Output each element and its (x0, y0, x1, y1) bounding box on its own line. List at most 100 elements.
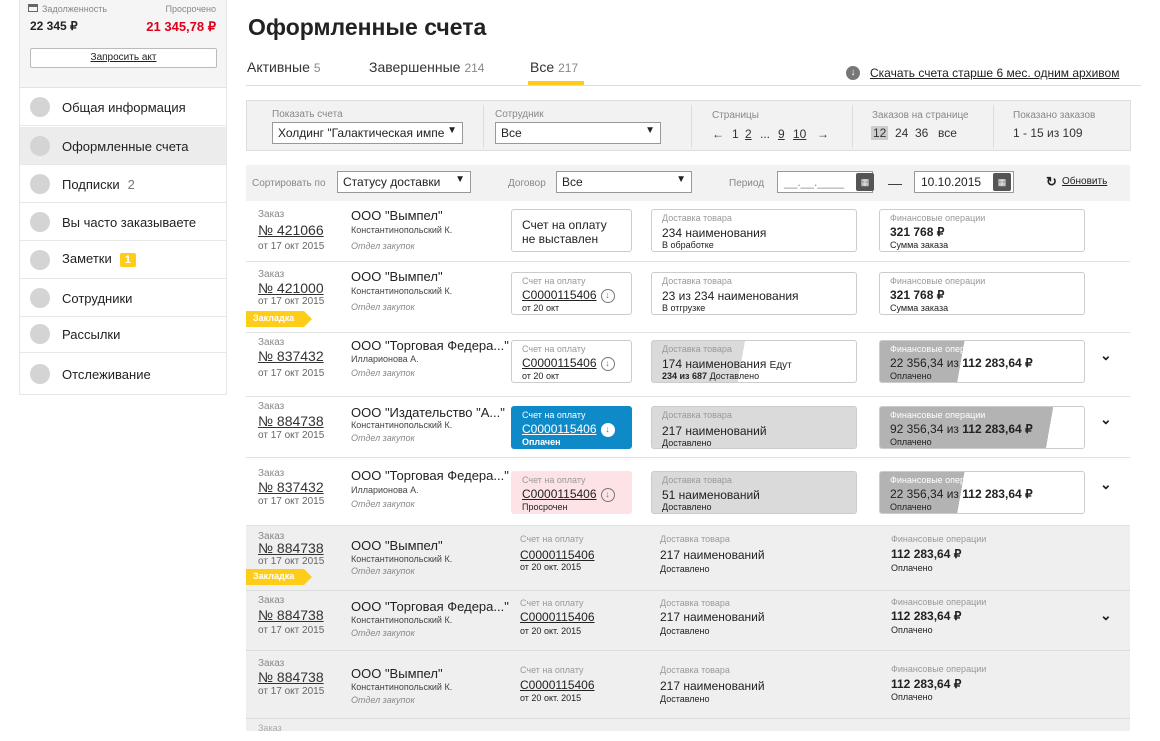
order-number[interactable]: № 837432 (258, 479, 324, 495)
order-number[interactable]: № 884738 (258, 669, 324, 685)
order-number[interactable]: № 421066 (258, 222, 324, 238)
delivery-box[interactable]: Доставка товара 51 наименований Доставле… (651, 471, 857, 514)
table-row[interactable]: Заказ № 884738 от 17 окт 2015 ООО "Издат… (246, 397, 1130, 458)
tab-label: Активные (247, 59, 310, 75)
delivery-status: В отгрузке (662, 303, 706, 313)
request-act-button[interactable]: Запросить акт (30, 48, 217, 68)
invoice-link[interactable]: C0000115406 (520, 678, 595, 692)
order-date: от 17 окт 2015 (258, 296, 325, 307)
divider (993, 105, 994, 148)
download-icon[interactable]: ↓ (846, 66, 860, 80)
tab-active[interactable]: Активные 5 (247, 59, 321, 75)
sidebar-item-invoices[interactable]: Оформленные счета (20, 127, 226, 165)
delivery-box[interactable]: Доставка товара 174 наименования Едут 23… (651, 340, 857, 383)
page-ellipsis: ... (760, 127, 771, 141)
sidebar-item-mailings[interactable]: Рассылки (20, 315, 226, 353)
per-page-12[interactable]: 12 (871, 126, 889, 140)
tab-all[interactable]: Все 217 (530, 59, 578, 75)
invoice-link[interactable]: C0000115406 (520, 548, 595, 562)
finance-box[interactable]: Финансовые операции 321 768 ₽ Сумма зака… (879, 272, 1085, 315)
finance-box[interactable]: Финансовые операции 321 768 ₽ Сумма зака… (879, 209, 1085, 252)
employee-select[interactable]: Все ▼ (495, 122, 661, 144)
page-2[interactable]: 2 (745, 127, 752, 141)
invoice-box[interactable]: Счет на оплату C0000115406 ↓ от 20 окт (511, 272, 632, 315)
prev-page-button[interactable]: ← (712, 127, 724, 141)
order-number[interactable]: № 837432 (258, 348, 324, 364)
sidebar-item-subscriptions[interactable]: Подписки 2 (20, 165, 226, 203)
invoice-box[interactable]: Счет на оплату C0000115406 ↓ Просрочен (511, 471, 632, 514)
delivery-status-line: 234 из 687 Доставлено (662, 371, 759, 381)
finance-line: 22 356,34 из 112 283,64 ₽ (890, 487, 1033, 501)
tab-completed[interactable]: Завершенные 214 (369, 59, 484, 75)
sidebar-item-notes[interactable]: Заметки 1 (20, 241, 226, 279)
calendar-icon[interactable]: ▦ (856, 173, 874, 191)
chevron-down-icon[interactable]: ⌄ (1100, 411, 1112, 428)
tab-label: Завершенные (369, 59, 461, 75)
sidebar-item-employees[interactable]: Сотрудники (20, 279, 226, 317)
table-row[interactable]: Заказ (246, 719, 1130, 733)
invoice-status: Просрочен (522, 502, 568, 512)
sort-select[interactable]: Статусу доставки ▼ (337, 171, 471, 193)
delivery-box[interactable]: Доставка товара 217 наименований Доставл… (651, 406, 857, 449)
contract-select[interactable]: Все ▼ (556, 171, 692, 193)
table-row[interactable]: Заказ № 884738 от 17 окт 2015 ООО "Вымпе… (246, 526, 1130, 591)
download-icon[interactable]: ↓ (600, 288, 615, 303)
page-9[interactable]: 9 (778, 127, 785, 141)
contact-person: Константинопольский К. (351, 554, 453, 564)
download-archive-link[interactable]: Скачать счета старше 6 мес. одним архиво… (870, 66, 1119, 80)
sidebar-item-tracking[interactable]: Отслеживание (20, 355, 226, 393)
invoice-date: от 20 окт. 2015 (520, 693, 582, 703)
page-1[interactable]: 1 (732, 127, 739, 141)
delivery-box[interactable]: Доставка товара 23 из 234 наименования В… (651, 272, 857, 315)
delivery-box[interactable]: Доставка товара 234 наименования В обраб… (651, 209, 857, 252)
finance-box[interactable]: Финансовые операции 22 356,34 из 112 283… (879, 471, 1085, 514)
refresh-button[interactable]: Обновить (1062, 176, 1107, 187)
finance-value: 112 283,64 ₽ (891, 609, 962, 623)
sidebar-item-general-info[interactable]: Общая информация (20, 88, 226, 126)
order-number[interactable]: № 421000 (258, 280, 324, 296)
finance-status: Сумма заказа (890, 240, 949, 250)
period-label: Период (729, 178, 765, 189)
next-page-button[interactable]: → (817, 127, 829, 141)
refresh-icon[interactable]: ↻ (1046, 174, 1057, 190)
table-row[interactable]: Заказ № 421066 от 17 окт 2015 ООО "Вымпе… (246, 201, 1130, 262)
finance-value: 112 283,64 ₽ (891, 677, 962, 691)
order-number[interactable]: № 884738 (258, 540, 324, 556)
chevron-down-icon[interactable]: ⌄ (1100, 476, 1112, 493)
finance-box[interactable]: Финансовые операции 92 356,34 из 112 283… (879, 406, 1085, 449)
invoice-label: Счет на оплату (522, 276, 586, 286)
table-row[interactable]: Заказ № 884738 от 17 окт 2015 ООО "Вымпе… (246, 651, 1130, 719)
download-icon[interactable]: ↓ (600, 422, 615, 437)
invoice-link[interactable]: C0000115406 (522, 288, 597, 302)
order-number[interactable]: № 884738 (258, 607, 324, 623)
invoice-link[interactable]: C0000115406 (520, 610, 595, 624)
invoice-box[interactable]: Счет на оплату C0000115406 ↓ Оплачен (511, 406, 632, 449)
invoice-link[interactable]: C0000115406 (522, 422, 597, 436)
table-row[interactable]: Заказ № 884738 от 17 окт 2015 ООО "Торго… (246, 591, 1130, 651)
invoice-box[interactable]: Счет на оплату не выставлен (511, 209, 632, 252)
invoice-link[interactable]: C0000115406 (522, 356, 597, 370)
table-row[interactable]: Заказ № 837432 от 17 окт 2015 ООО "Торго… (246, 333, 1130, 397)
chevron-down-icon[interactable]: ⌄ (1100, 607, 1112, 624)
delivery-status: 234 из 687 (662, 371, 708, 381)
calendar-icon[interactable]: ▦ (993, 173, 1011, 191)
sidebar-item-label: Отслеживание (62, 367, 151, 382)
download-icon[interactable]: ↓ (600, 356, 615, 371)
sidebar-item-frequent[interactable]: Вы часто заказываете (20, 203, 226, 241)
order-number[interactable]: № 884738 (258, 413, 324, 429)
table-row[interactable]: Заказ № 421000 от 17 окт 2015 ООО "Вымпе… (246, 262, 1130, 333)
period-dash: — (888, 175, 902, 191)
finance-box[interactable]: Финансовые операции 22 356,34 из 112 283… (879, 340, 1085, 383)
show-invoices-select[interactable]: Холдинг "Галактическая импе ▼ (272, 122, 463, 144)
item-icon (30, 288, 50, 308)
per-page-24[interactable]: 24 (895, 126, 908, 140)
order-date: от 17 окт 2015 (258, 556, 325, 567)
invoice-box[interactable]: Счет на оплату C0000115406 ↓ от 20 окт (511, 340, 632, 383)
table-row[interactable]: Заказ № 837432 от 17 окт 2015 ООО "Торго… (246, 458, 1130, 526)
invoice-link[interactable]: C0000115406 (522, 487, 597, 501)
chevron-down-icon[interactable]: ⌄ (1100, 347, 1112, 364)
download-icon[interactable]: ↓ (600, 487, 615, 502)
per-page-36[interactable]: 36 (915, 126, 928, 140)
per-page-all[interactable]: все (938, 126, 957, 140)
page-10[interactable]: 10 (793, 127, 806, 141)
